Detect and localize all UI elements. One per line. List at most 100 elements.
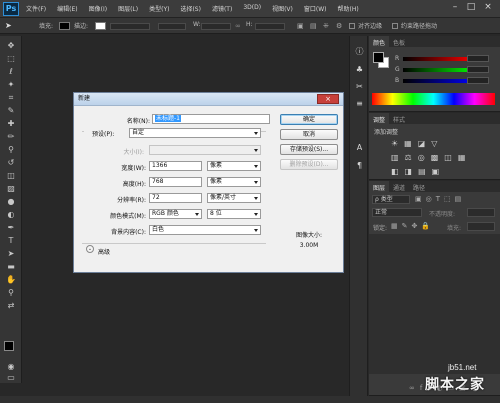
tab-channels[interactable]: 通道 — [389, 181, 409, 192]
pen-tool-icon[interactable]: ✒ — [4, 222, 18, 233]
marquee-tool-icon[interactable]: ⬚ — [4, 53, 18, 64]
paragraph-icon[interactable]: ¶ — [353, 160, 366, 172]
color-spectrum-bar[interactable] — [372, 93, 495, 105]
lasso-tool-icon[interactable]: ℓ — [4, 66, 18, 77]
constrain-checkbox[interactable] — [392, 23, 398, 29]
cancel-button[interactable]: 取消 — [280, 129, 338, 140]
fill-swatch[interactable] — [59, 22, 70, 30]
color-fg-swatch[interactable] — [373, 52, 384, 63]
align-edges-checkbox[interactable] — [349, 23, 355, 29]
green-slider[interactable] — [403, 68, 475, 72]
height-field[interactable] — [255, 23, 285, 30]
stroke-type-dropdown[interactable] — [158, 23, 186, 30]
width-field[interactable]: 1366 — [149, 161, 202, 171]
blue-value-field[interactable] — [467, 77, 489, 84]
menu-filter[interactable]: 滤镜(T) — [212, 4, 232, 13]
dialog-close-button[interactable]: × — [317, 94, 339, 104]
foreground-color-swatch[interactable] — [4, 341, 14, 351]
ok-button[interactable]: 确定 — [280, 114, 338, 125]
path-align-icon[interactable]: ▤ — [310, 22, 317, 30]
fill-field[interactable] — [467, 222, 495, 231]
gradient-tool-icon[interactable]: ▨ — [4, 183, 18, 194]
adjustment-icons-row-1[interactable]: ☀▦◪▽ — [391, 139, 443, 148]
stroke-swatch[interactable] — [95, 22, 106, 30]
opacity-field[interactable] — [467, 208, 495, 217]
blend-mode-dropdown[interactable]: 正常 — [372, 208, 422, 217]
tab-paths[interactable]: 路径 — [409, 181, 429, 192]
adjustment-icons-row-2[interactable]: ▥⚖◎▩◫▦ — [391, 153, 471, 162]
advanced-toggle-icon[interactable]: ⌄ — [86, 245, 94, 253]
quick-mask-icon[interactable]: ◉ — [4, 361, 18, 372]
resolution-unit-dropdown[interactable]: 像素/英寸 — [207, 193, 261, 203]
menu-layer[interactable]: 图层(L) — [118, 4, 138, 13]
brush-tool-icon[interactable]: ✏ — [4, 131, 18, 142]
size-dropdown[interactable] — [149, 145, 261, 155]
path-arrange-icon[interactable]: ⁜ — [323, 22, 329, 30]
menu-image[interactable]: 图像(I) — [89, 4, 107, 13]
eraser-tool-icon[interactable]: ◫ — [4, 170, 18, 181]
hand-tool-icon[interactable]: ✋ — [4, 274, 18, 285]
move-tool-icon[interactable]: ✥ — [4, 40, 18, 51]
menu-select[interactable]: 选择(S) — [180, 4, 201, 13]
path-selection-tool-icon[interactable]: ➤ — [4, 248, 18, 259]
red-value-field[interactable] — [467, 55, 489, 62]
healing-brush-tool-icon[interactable]: ✚ — [4, 118, 18, 129]
screen-mode-icon[interactable]: ▭ — [4, 372, 18, 383]
info-icon[interactable]: ⓘ — [353, 46, 366, 58]
rectangle-tool-icon[interactable]: ▬ — [4, 261, 18, 272]
menu-window[interactable]: 窗口(W) — [304, 4, 327, 13]
menu-edit[interactable]: 编辑(E) — [57, 4, 77, 13]
height-unit-dropdown[interactable]: 像素 — [207, 177, 261, 187]
menu-file[interactable]: 文件(F) — [26, 4, 46, 13]
color-mode-dropdown[interactable]: RGB 颜色 — [149, 209, 202, 219]
maximize-button[interactable]: □ — [464, 2, 478, 14]
delete-preset-button[interactable]: 删除预设(D)... — [280, 159, 338, 170]
clone-stamp-tool-icon[interactable]: ⚲ — [4, 144, 18, 155]
bit-depth-dropdown[interactable]: 8 位 — [207, 209, 261, 219]
crop-tool-icon[interactable]: ⌗ — [4, 92, 18, 103]
green-value-field[interactable] — [467, 66, 489, 73]
zoom-tool-icon[interactable]: ⚲ — [4, 287, 18, 298]
type-tool-icon[interactable]: T — [4, 235, 18, 246]
preset-dropdown[interactable]: 自定 — [129, 128, 261, 138]
stroke-width-field[interactable] — [110, 23, 150, 30]
eyedropper-tool-icon[interactable]: ✎ — [4, 105, 18, 116]
character-icon[interactable]: A — [353, 142, 366, 154]
menu-type[interactable]: 类型(Y) — [149, 4, 169, 13]
tool-presets-icon[interactable]: ✂ — [353, 81, 366, 93]
minimize-button[interactable]: – — [448, 2, 462, 14]
tab-styles[interactable]: 样式 — [389, 113, 409, 124]
tab-color[interactable]: 颜色 — [369, 36, 390, 47]
dodge-tool-icon[interactable]: ◐ — [4, 209, 18, 220]
height-field[interactable]: 768 — [149, 177, 202, 187]
adjustment-icons-row-3[interactable]: ◧◨▤▣ — [391, 167, 445, 176]
close-window-button[interactable]: × — [481, 2, 495, 14]
menu-help[interactable]: 帮助(H) — [338, 4, 359, 13]
layer-filter-icons[interactable]: ▣◎T⬚▤ — [415, 195, 465, 203]
link-icon[interactable]: ∞ — [235, 22, 241, 30]
save-preset-button[interactable]: 存储预设(S)... — [280, 144, 338, 155]
settings-gear-icon[interactable]: ⚙ — [336, 22, 342, 30]
blur-tool-icon[interactable]: ● — [4, 196, 18, 207]
history-brush-tool-icon[interactable]: ↺ — [4, 157, 18, 168]
background-dropdown[interactable]: 白色 — [149, 225, 261, 235]
tab-adjustments[interactable]: 调整 — [369, 113, 390, 124]
clone-source-icon[interactable]: ≡ — [353, 98, 366, 110]
swap-colors-icon[interactable]: ⇄ — [4, 300, 18, 311]
tab-swatches[interactable]: 色板 — [389, 36, 409, 47]
magic-wand-tool-icon[interactable]: ✦ — [4, 79, 18, 90]
lock-icons[interactable]: ▦✎✥🔒 — [391, 222, 434, 230]
blue-slider[interactable] — [403, 79, 475, 83]
width-unit-dropdown[interactable]: 像素 — [207, 161, 261, 171]
menu-view[interactable]: 视图(V) — [272, 4, 293, 13]
tab-layers[interactable]: 图层 — [369, 181, 390, 192]
red-slider[interactable] — [403, 57, 475, 61]
resolution-field[interactable]: 72 — [149, 193, 202, 203]
brush-presets-icon[interactable]: ♣ — [353, 64, 366, 76]
layer-kind-filter[interactable]: ρ 类型 — [372, 195, 410, 204]
width-field[interactable] — [201, 23, 231, 30]
name-field[interactable]: 未标题-1 — [152, 114, 270, 124]
path-ops-icon[interactable]: ▣ — [297, 22, 304, 30]
arrow-cursor-icon[interactable]: ➤ — [5, 21, 13, 30]
menu-3d[interactable]: 3D(D) — [243, 4, 261, 13]
